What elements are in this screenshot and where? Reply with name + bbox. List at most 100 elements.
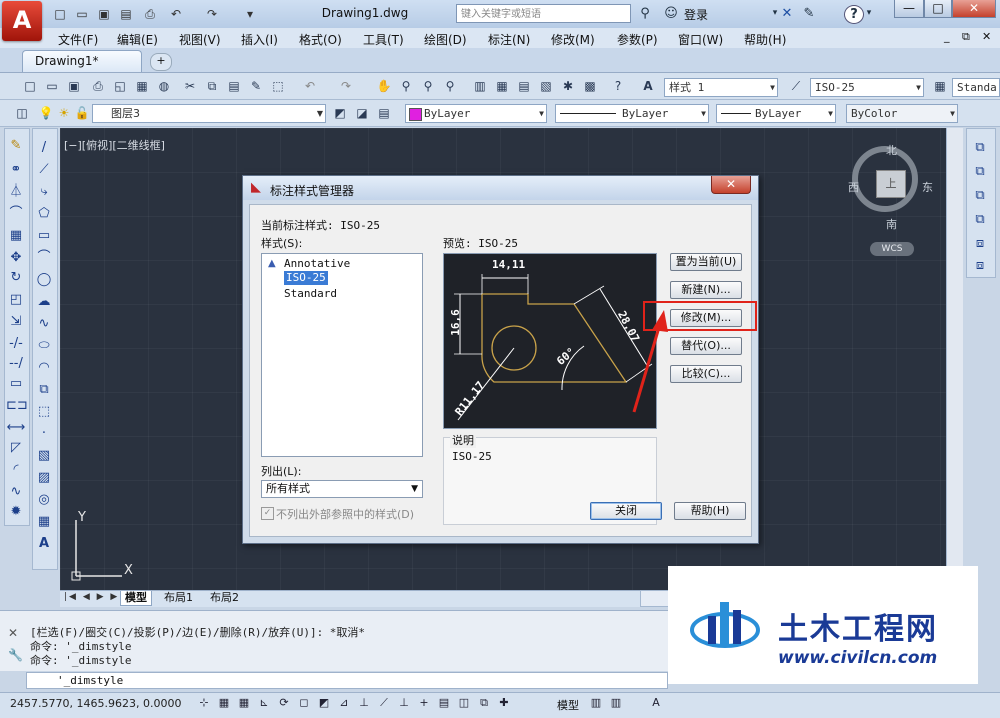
close-icon[interactable]: ✕ bbox=[8, 626, 18, 640]
menu-file[interactable]: 文件(F) bbox=[58, 31, 98, 48]
close-button[interactable]: 关闭 bbox=[590, 502, 662, 520]
region-icon[interactable]: ◎ bbox=[34, 490, 54, 510]
save-icon[interactable]: ▣ bbox=[64, 76, 84, 96]
compare-style-button[interactable]: 比较(C)... bbox=[670, 365, 742, 383]
save-as-icon[interactable]: ▤ bbox=[116, 5, 136, 24]
multiline-text-icon[interactable]: A bbox=[34, 534, 54, 554]
viewcube-top-face[interactable]: 上 bbox=[876, 170, 906, 198]
arc-icon[interactable]: ⌒ bbox=[34, 248, 54, 268]
point-icon[interactable]: · bbox=[34, 424, 54, 444]
tab-layout2[interactable]: 布局2 bbox=[206, 591, 243, 605]
rectangle-icon[interactable]: ▭ bbox=[34, 226, 54, 246]
plot-style-select[interactable]: ByColor ▼ bbox=[846, 104, 958, 123]
zoom-realtime-icon[interactable]: ⚲ bbox=[396, 76, 416, 96]
transparency-icon[interactable]: + bbox=[416, 695, 432, 711]
3d-object-snap-icon[interactable]: ◩ bbox=[316, 695, 332, 711]
compass-east[interactable]: 东 bbox=[922, 179, 933, 195]
wcs-menu[interactable]: WCS bbox=[870, 242, 914, 256]
viewport-controls[interactable]: [−][俯视][二维线框] bbox=[64, 137, 165, 153]
exchange-icon[interactable]: ✕ bbox=[778, 5, 796, 22]
command-input[interactable]: '_dimstyle bbox=[26, 672, 668, 689]
ellipse-icon[interactable]: ⬭ bbox=[34, 336, 54, 356]
insert-block-icon[interactable]: ⧉ bbox=[34, 380, 54, 400]
table-icon[interactable]: ▦ bbox=[34, 512, 54, 532]
dynamic-ucs-icon[interactable]: ⊥ bbox=[356, 695, 372, 711]
quick-view-layouts-icon[interactable]: ▥ bbox=[588, 695, 604, 711]
list-item[interactable]: Standard bbox=[284, 287, 337, 301]
cut-icon[interactable]: ✂ bbox=[180, 76, 200, 96]
publish-icon[interactable]: ▦ bbox=[132, 76, 152, 96]
infer-constraints-icon[interactable]: ⊹ bbox=[196, 695, 212, 711]
bring-above-icon[interactable]: ⧉ bbox=[970, 186, 990, 206]
doc-restore-button[interactable]: ⧉ bbox=[962, 30, 970, 44]
quick-view-drawings-icon[interactable]: ▥ bbox=[608, 695, 624, 711]
lineweight-icon[interactable]: ⊥ bbox=[396, 695, 412, 711]
paste-icon[interactable]: ▤ bbox=[224, 76, 244, 96]
polar-tracking-icon[interactable]: ⟳ bbox=[276, 695, 292, 711]
ellipse-arc-icon[interactable]: ◠ bbox=[34, 358, 54, 378]
binoculars-icon[interactable]: ⚲ bbox=[636, 5, 654, 22]
dim-style-icon[interactable]: ⟋ bbox=[786, 76, 806, 96]
compass-south[interactable]: 南 bbox=[886, 216, 897, 232]
make-block-icon[interactable]: ⬚ bbox=[34, 402, 54, 422]
quick-properties-icon[interactable]: ▤ bbox=[436, 695, 452, 711]
revision-cloud-icon[interactable]: ☁ bbox=[34, 292, 54, 312]
break-icon[interactable]: ⊏⊐ bbox=[6, 396, 28, 416]
new-icon[interactable]: □ bbox=[20, 76, 40, 96]
rotate-icon[interactable]: ↻ bbox=[6, 268, 26, 288]
hatch-to-back-icon[interactable]: ⧈ bbox=[970, 256, 990, 276]
open-file-icon[interactable]: ▭ bbox=[72, 5, 92, 24]
tab-layout1[interactable]: 布局1 bbox=[160, 591, 197, 605]
break-at-point-icon[interactable]: ▭ bbox=[6, 374, 26, 394]
stretch-icon[interactable]: ⇲ bbox=[6, 312, 26, 332]
help-icon[interactable]: ? bbox=[844, 5, 864, 24]
linetype-select[interactable]: ByLayer ▼ bbox=[555, 104, 709, 123]
dim-style-select[interactable]: ISO-25 ▼ bbox=[810, 78, 924, 97]
user-icon[interactable]: ☺ bbox=[662, 5, 680, 22]
new-file-icon[interactable]: □ bbox=[50, 5, 70, 24]
override-style-button[interactable]: 替代(O)... bbox=[670, 337, 742, 355]
3d-dwf-icon[interactable]: ◍ bbox=[154, 76, 174, 96]
chamfer-icon[interactable]: ◸ bbox=[6, 438, 26, 458]
sheet-set-icon[interactable]: ▧ bbox=[536, 76, 556, 96]
model-space-toggle[interactable]: 模型 bbox=[557, 697, 579, 713]
menu-tools[interactable]: 工具(T) bbox=[363, 31, 404, 48]
doc-minimize-button[interactable]: _ bbox=[944, 30, 950, 43]
layer-freeze-icon[interactable]: ☀ bbox=[54, 103, 74, 123]
dynamic-input-icon[interactable]: ⟋ bbox=[376, 695, 392, 711]
erase-icon[interactable]: ✎ bbox=[6, 136, 26, 156]
maximize-button[interactable]: □ bbox=[924, 0, 952, 18]
wrench-icon[interactable]: 🔧 bbox=[8, 648, 23, 662]
menu-format[interactable]: 格式(O) bbox=[299, 31, 342, 48]
menu-edit[interactable]: 编辑(E) bbox=[117, 31, 158, 48]
text-style-icon[interactable]: A bbox=[638, 76, 658, 96]
new-tab-button[interactable]: + bbox=[150, 53, 172, 71]
tab-drawing1[interactable]: Drawing1* bbox=[22, 50, 142, 72]
layer-properties-icon[interactable]: ◫ bbox=[12, 103, 32, 123]
help-button[interactable]: 帮助(H) bbox=[674, 502, 746, 520]
menu-modify[interactable]: 修改(M) bbox=[551, 31, 595, 48]
circle-icon[interactable]: ◯ bbox=[34, 270, 54, 290]
annotation-monitor-icon[interactable]: ⧉ bbox=[476, 695, 492, 711]
menu-help[interactable]: 帮助(H) bbox=[744, 31, 786, 48]
menu-view[interactable]: 视图(V) bbox=[179, 31, 221, 48]
undo-icon[interactable]: ↶ bbox=[166, 5, 186, 24]
coordinates-readout[interactable]: 2457.5770, 1465.9623, 0.0000 bbox=[10, 697, 181, 710]
minimize-button[interactable]: — bbox=[894, 0, 924, 18]
tab-model[interactable]: 模型 bbox=[120, 591, 152, 606]
list-item[interactable]: Annotative bbox=[284, 257, 350, 271]
lineweight-select[interactable]: ByLayer ▼ bbox=[716, 104, 836, 123]
text-to-front-icon[interactable]: ⧈ bbox=[970, 234, 990, 254]
xref-checkbox[interactable]: ✓ bbox=[261, 507, 274, 520]
open-icon[interactable]: ▭ bbox=[42, 76, 62, 96]
pan-icon[interactable]: ✋ bbox=[374, 76, 394, 96]
tool-palettes-icon[interactable]: ▤ bbox=[514, 76, 534, 96]
polyline-icon[interactable]: ⤷ bbox=[34, 182, 54, 202]
login-link[interactable]: 登录 bbox=[684, 6, 708, 23]
extend-icon[interactable]: --/ bbox=[6, 354, 26, 374]
blend-curves-icon[interactable]: ∿ bbox=[6, 482, 26, 502]
match-properties-icon[interactable]: ✎ bbox=[246, 76, 266, 96]
table-style-select[interactable]: Standa bbox=[952, 78, 1000, 97]
bring-to-front-icon[interactable]: ⧉ bbox=[970, 138, 990, 158]
gradient-icon[interactable]: ▨ bbox=[34, 468, 54, 488]
